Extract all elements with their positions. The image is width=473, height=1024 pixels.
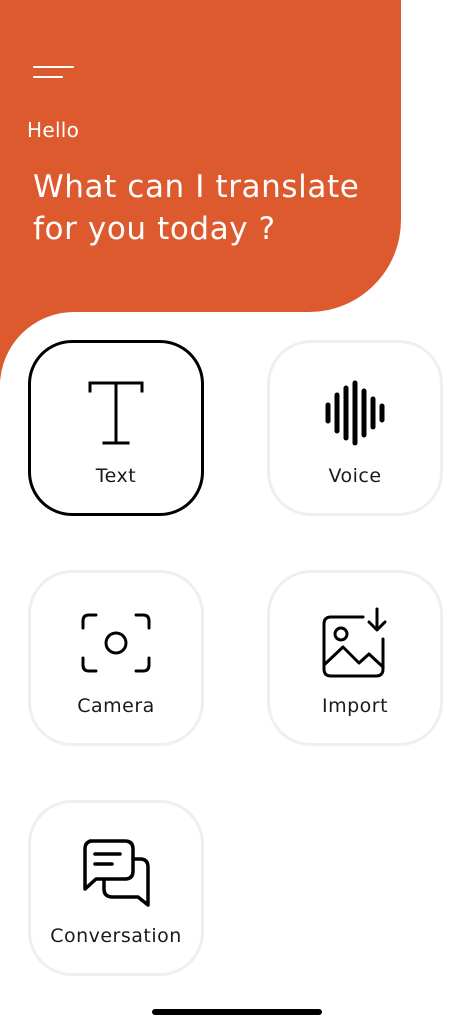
header-background	[0, 0, 401, 312]
hamburger-menu-icon	[33, 66, 74, 68]
text-mode-label: Text	[95, 465, 137, 487]
voice-mode-label: Voice	[328, 465, 382, 487]
conversation-mode-button[interactable]: Conversation	[28, 800, 204, 976]
conversation-mode-label: Conversation	[50, 925, 182, 947]
image-import-icon	[315, 603, 395, 683]
text-icon	[76, 373, 156, 453]
voice-mode-button[interactable]: Voice	[267, 340, 443, 516]
home-indicator[interactable]	[152, 1009, 322, 1015]
page-title: What can I translate for you today ?	[33, 169, 360, 247]
import-mode-button[interactable]: Import	[267, 570, 443, 746]
import-mode-label: Import	[321, 695, 389, 717]
text-mode-button[interactable]: Text	[28, 340, 204, 516]
camera-mode-label: Camera	[77, 695, 155, 717]
home-screen: Hello What can I translate for you today…	[0, 0, 473, 1024]
hamburger-menu-icon-line	[33, 76, 63, 78]
waveform-icon	[315, 373, 395, 453]
menu-button[interactable]	[30, 60, 80, 86]
greeting-text: Hello	[27, 118, 80, 142]
chat-bubbles-icon	[76, 833, 156, 913]
camera-mode-button[interactable]: Camera	[28, 570, 204, 746]
camera-scan-icon	[76, 603, 156, 683]
